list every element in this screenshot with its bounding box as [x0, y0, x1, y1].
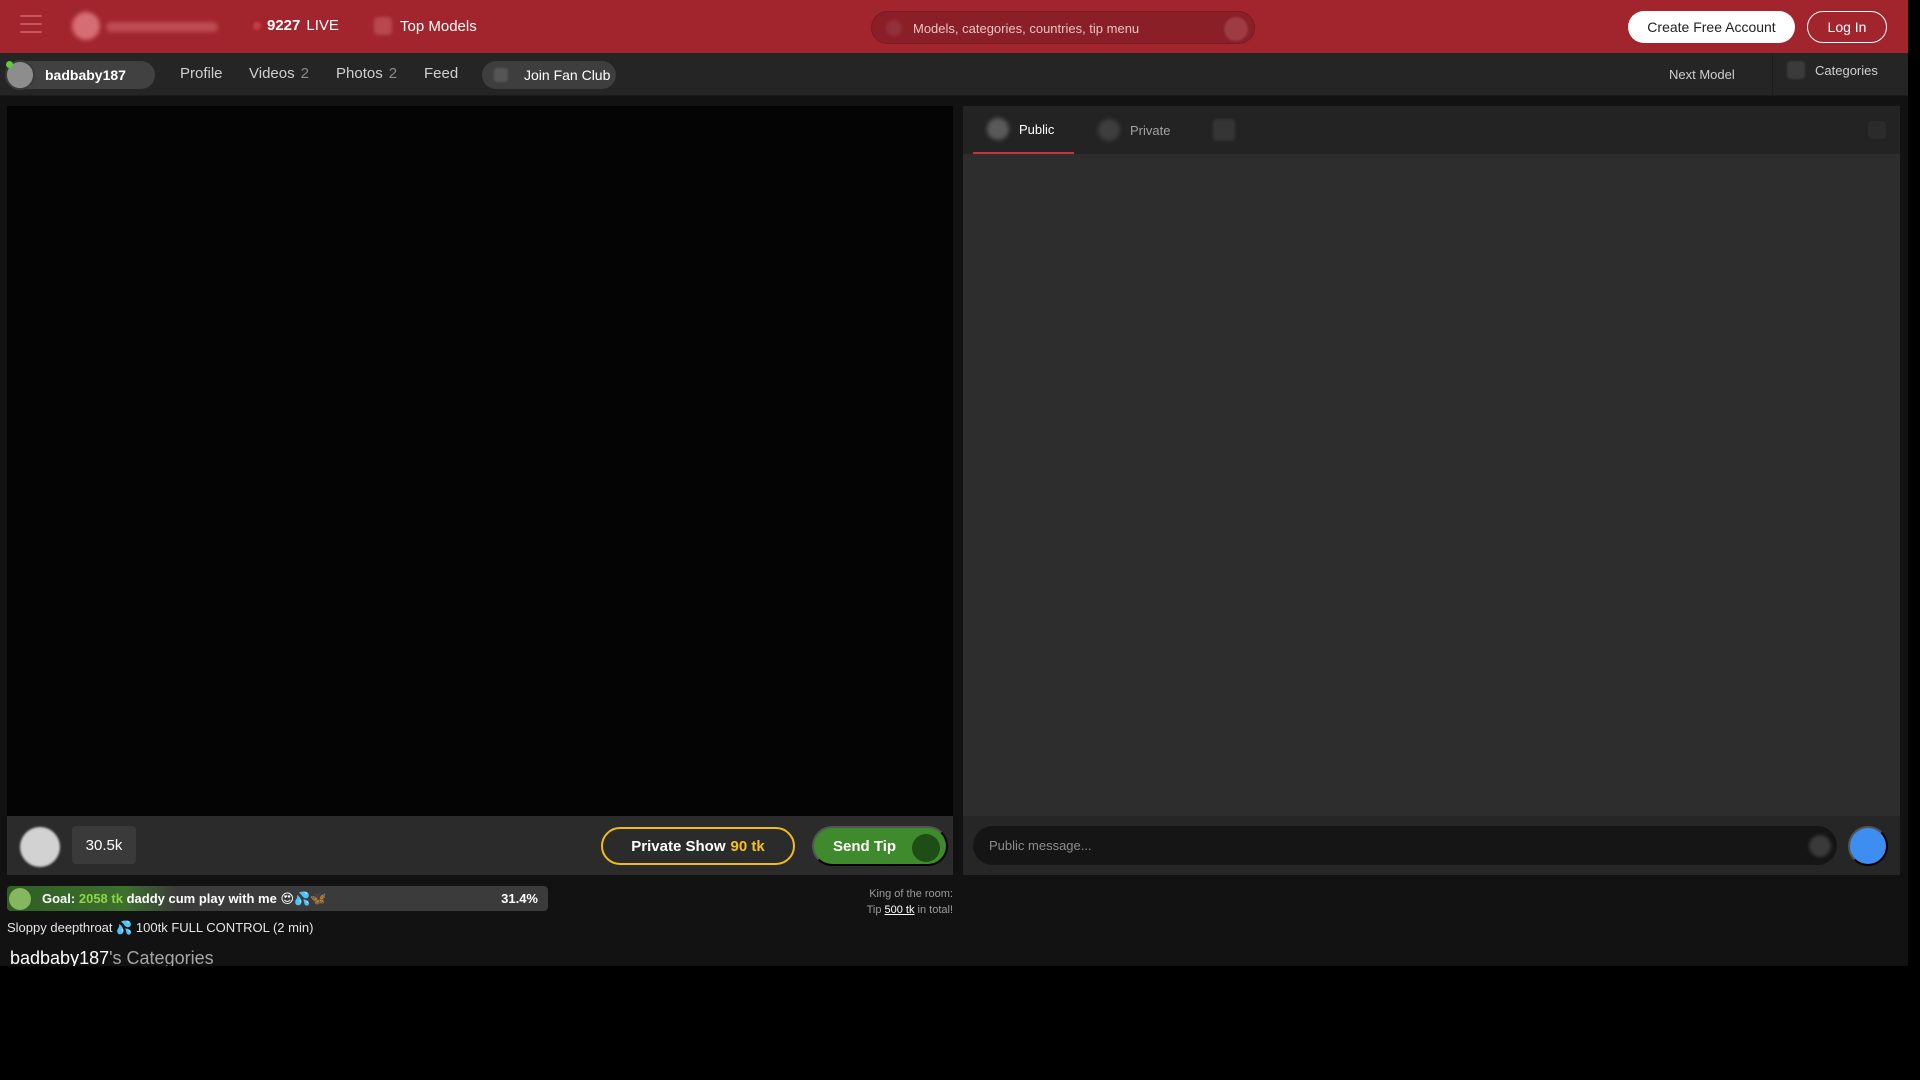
- trophy-icon: [374, 17, 392, 35]
- model-user-chip[interactable]: badbaby187: [5, 60, 155, 90]
- chat-input-area: [963, 816, 1900, 875]
- search-box[interactable]: Models, categories, countries, tip menu: [871, 11, 1255, 44]
- users-list-icon[interactable]: [1213, 119, 1235, 141]
- viewer-count: 30.5k: [72, 826, 136, 864]
- categories-heading: badbaby187's Categories: [10, 948, 214, 966]
- room-topic: Sloppy deepthroat 💦 100tk FULL CONTROL (…: [7, 920, 314, 935]
- top-models-link[interactable]: Top Models: [374, 17, 477, 35]
- site-logo[interactable]: [68, 8, 228, 44]
- filter-icon[interactable]: [1224, 17, 1248, 41]
- top-models-label: Top Models: [400, 17, 477, 35]
- categories-heading-username: badbaby187: [10, 948, 110, 966]
- private-chat-icon: [1098, 119, 1120, 141]
- categories-icon: [1787, 61, 1805, 79]
- search-icon: [886, 20, 902, 36]
- send-tip-label: Send Tip: [833, 837, 897, 855]
- tab-public-label: Public: [1019, 121, 1055, 137]
- video-action-bar: 30.5k Private Show 90 tk Send Tip: [7, 816, 953, 875]
- live-count: 9227: [267, 17, 301, 34]
- categories-label: Categories: [1815, 62, 1878, 78]
- private-show-label: Private Show: [631, 837, 726, 855]
- king-label: King of the room:: [869, 888, 953, 900]
- categories-heading-suffix: 's Categories: [109, 948, 214, 966]
- tab-label: Feed: [424, 65, 459, 82]
- page: 9227 LIVE Top Models Models, categories,…: [0, 0, 1908, 966]
- tab-count: 2: [388, 65, 398, 82]
- goal-description: daddy cum play with me 😍💦🦋: [126, 891, 327, 906]
- chat-settings-icon[interactable]: [1868, 121, 1886, 139]
- tab-photos[interactable]: Photos 2: [336, 65, 397, 82]
- tab-label: Videos: [249, 65, 295, 82]
- live-dot-icon: [253, 21, 261, 30]
- video-player[interactable]: [7, 106, 953, 816]
- user-avatar[interactable]: [20, 827, 60, 867]
- goal-percent: 31.4%: [501, 891, 538, 906]
- categories-button[interactable]: Categories: [1787, 61, 1878, 79]
- hamburger-menu-icon[interactable]: [20, 15, 42, 37]
- tab-label: Photos: [336, 65, 383, 82]
- goal-amount: 2058 tk: [78, 891, 123, 906]
- chat-panel: Public Private: [963, 106, 1900, 875]
- fan-club-icon: [494, 68, 508, 82]
- model-nav-bar: badbaby187 Profile Videos 2 Photos 2 Feed …: [0, 53, 1908, 96]
- goal-label: Goal:: [42, 891, 76, 906]
- send-tip-button[interactable]: Send Tip: [812, 826, 948, 866]
- join-fan-club-button[interactable]: Join Fan Club: [482, 61, 616, 89]
- live-label: LIVE: [306, 17, 339, 34]
- tab-private-label: Private: [1130, 122, 1171, 138]
- tab-profile[interactable]: Profile: [180, 65, 223, 82]
- king-of-room: King of the room: Tip 500 tk in total!: [800, 886, 953, 918]
- goal-text: Goal: 2058 tk daddy cum play with me 😍💦🦋: [42, 891, 326, 907]
- chat-bubble-icon: [987, 118, 1009, 140]
- coin-icon: [912, 834, 940, 862]
- king-tip-amount[interactable]: 500 tk: [885, 904, 915, 916]
- king-tip-label: Tip: [866, 904, 882, 916]
- goal-icon: [9, 888, 31, 910]
- tab-public-chat[interactable]: Public: [973, 106, 1074, 154]
- avatar: [5, 60, 35, 90]
- tab-label: Profile: [180, 65, 223, 82]
- private-show-button[interactable]: Private Show 90 tk: [601, 827, 795, 865]
- tab-private-chat[interactable]: Private: [1098, 106, 1170, 154]
- top-header: 9227 LIVE Top Models Models, categories,…: [0, 0, 1908, 53]
- divider: [1772, 53, 1773, 96]
- chat-tabs: Public Private: [963, 106, 1900, 154]
- online-status-dot: [6, 61, 13, 68]
- join-fan-club-label: Join Fan Club: [524, 67, 611, 83]
- emoji-icon[interactable]: [1809, 835, 1831, 857]
- tab-feed[interactable]: Feed: [424, 65, 458, 82]
- public-message-input[interactable]: [973, 826, 1837, 865]
- next-model-button[interactable]: Next Model: [1669, 67, 1735, 82]
- create-account-button[interactable]: Create Free Account: [1628, 11, 1795, 43]
- tab-count: 2: [300, 65, 309, 82]
- search-input[interactable]: Models, categories, countries, tip menu: [913, 21, 1139, 36]
- goal-progress-bar: Goal: 2058 tk daddy cum play with me 😍💦🦋…: [7, 886, 548, 911]
- private-show-price: 90 tk: [730, 837, 765, 855]
- tab-videos[interactable]: Videos 2: [249, 65, 309, 82]
- send-message-button[interactable]: [1848, 826, 1888, 866]
- model-username: badbaby187: [45, 67, 126, 83]
- king-suffix: in total!: [917, 904, 953, 916]
- login-button[interactable]: Log In: [1807, 11, 1887, 43]
- live-count-link[interactable]: 9227 LIVE: [253, 17, 339, 34]
